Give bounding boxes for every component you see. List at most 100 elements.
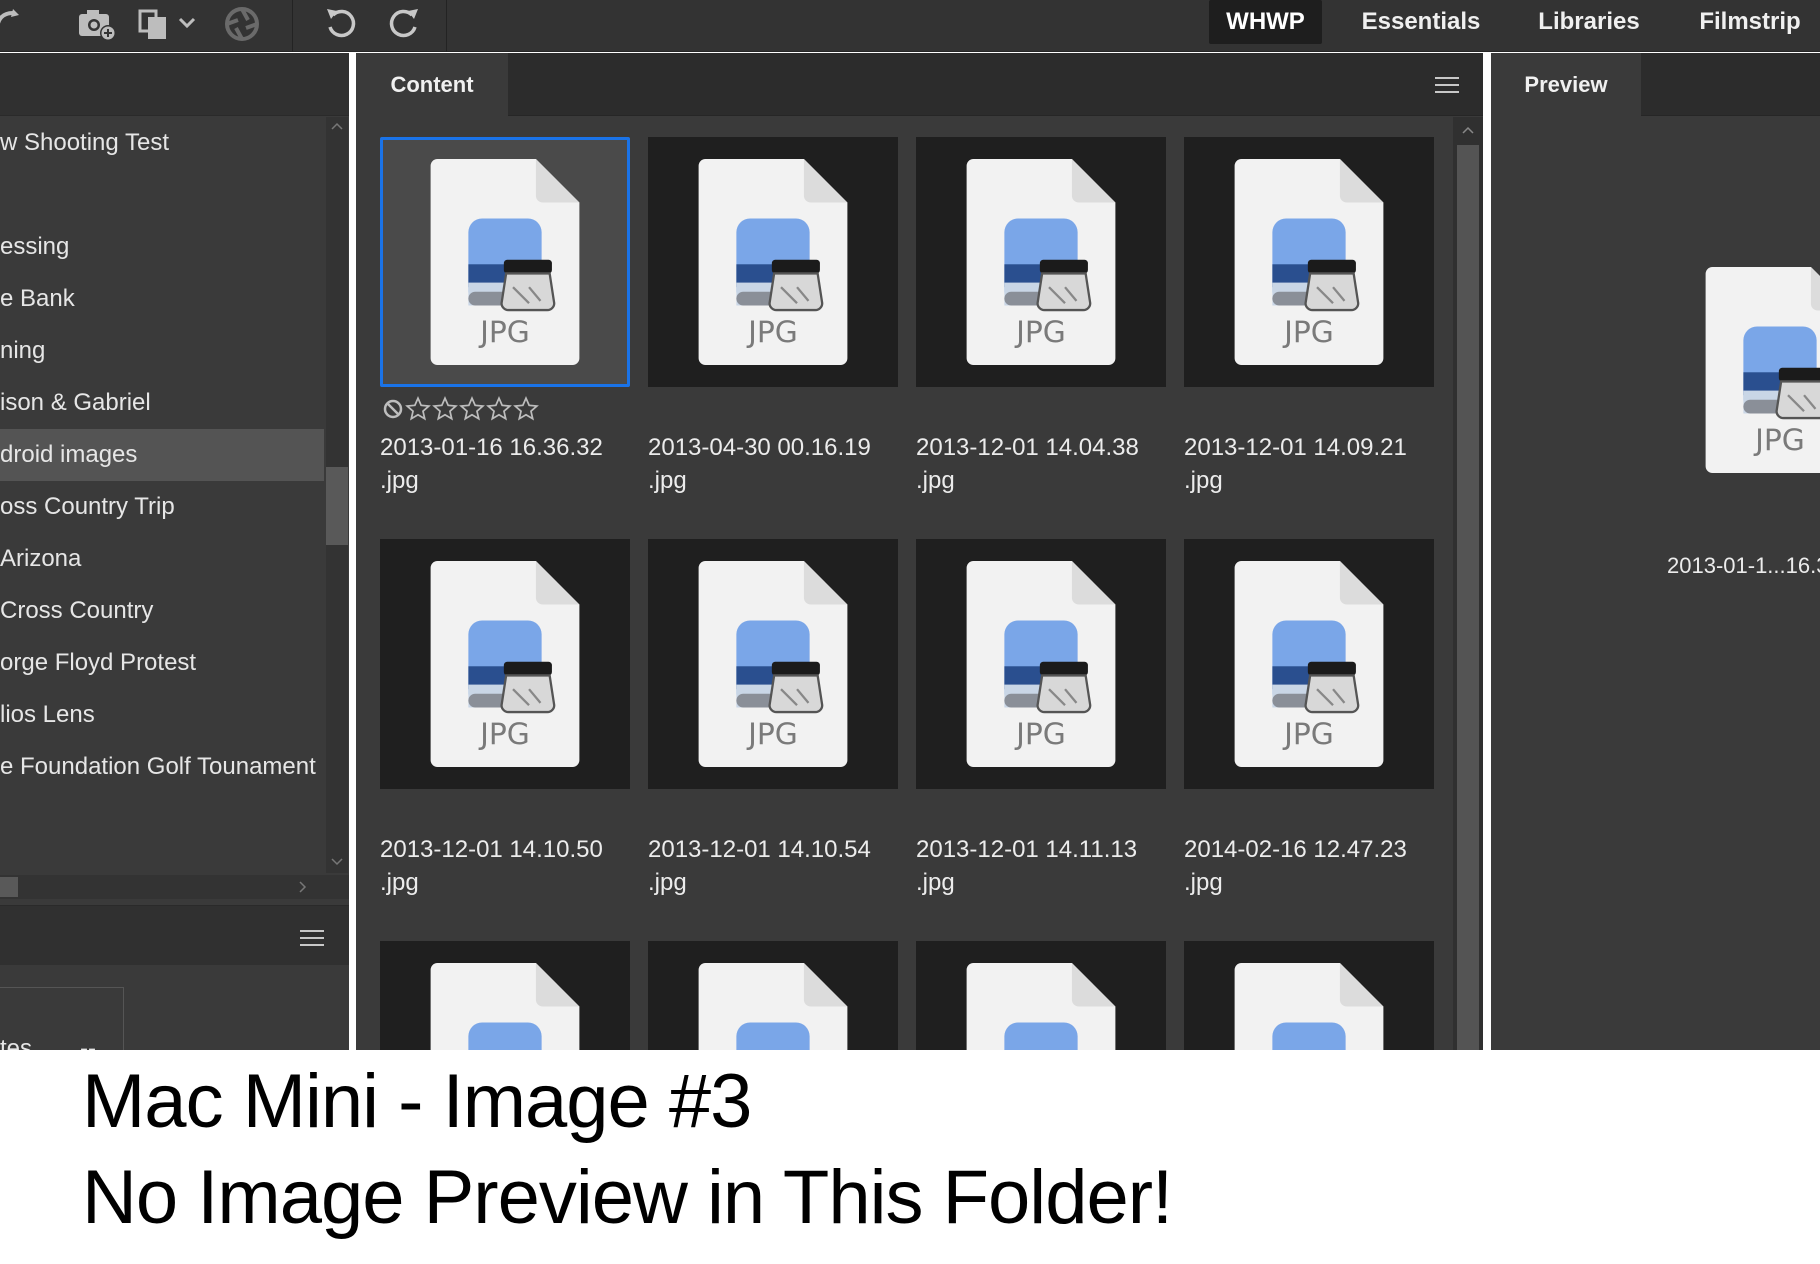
svg-text:JPG: JPG — [478, 315, 530, 350]
svg-text:JPG: JPG — [746, 717, 798, 752]
thumbnail-frame[interactable]: JPG — [916, 941, 1166, 1050]
thumbnail-file-name: 2013-04-30 00.16.19 .jpg — [648, 434, 871, 494]
thumbnail-file-name: 2013-12-01 14.11.13 .jpg — [916, 836, 1138, 896]
scroll-up-icon — [1462, 126, 1474, 134]
jpg-document-icon: JPG — [428, 159, 582, 365]
jpg-document-icon: JPG — [1232, 159, 1386, 365]
thumbnail-grid: JPG 2013-01-16 16.36.32 .jpg JPG 2013-04… — [356, 117, 1450, 1050]
svg-text:JPG: JPG — [1014, 315, 1066, 350]
folder-item[interactable] — [0, 169, 324, 221]
folder-list-horizontal-scrollbar[interactable] — [0, 875, 349, 899]
thumbnail-frame[interactable]: JPG — [1184, 539, 1434, 789]
jpg-document-icon: JPG — [696, 963, 850, 1050]
filter-panel-header — [0, 905, 349, 965]
folders-panel-header — [0, 53, 349, 116]
toolbar-separator — [446, 0, 447, 52]
folder-item[interactable]: essing — [0, 221, 324, 273]
workspace-essentials[interactable]: Essentials — [1340, 0, 1502, 44]
folder-item[interactable]: w Shooting Test — [0, 117, 324, 169]
jpg-document-icon: JPG — [964, 561, 1118, 767]
filter-panel: tes -- — [0, 965, 349, 1107]
thumbnail-frame[interactable]: JPG — [380, 539, 630, 789]
folder-item[interactable] — [0, 793, 324, 845]
panel-menu-icon[interactable] — [299, 928, 325, 948]
rotate-left-icon[interactable] — [320, 4, 364, 44]
rotate-right-icon[interactable] — [381, 4, 425, 44]
tab-content[interactable]: Content — [356, 53, 508, 116]
star-rating[interactable] — [382, 395, 539, 423]
content-scroll-thumb[interactable] — [1457, 145, 1479, 1050]
folder-item[interactable]: droid images — [0, 429, 324, 481]
copy-dropdown-icon[interactable] — [133, 4, 203, 44]
folder-item[interactable]: lios Lens — [0, 689, 324, 741]
thumbnail-frame[interactable]: JPG — [648, 137, 898, 387]
folder-item[interactable]: ning — [0, 325, 324, 377]
svg-text:JPG: JPG — [1282, 315, 1334, 350]
thumbnail-frame[interactable]: JPG — [1184, 137, 1434, 387]
folder-list-scrollbar[interactable] — [326, 117, 348, 873]
star-icon[interactable] — [459, 396, 485, 422]
thumbnail-file-name: 2013-01-16 16.36.32 .jpg — [380, 434, 603, 494]
folder-item[interactable]: Cross Country — [0, 585, 324, 637]
thumbnail-file-name: 2013-12-01 14.10.54 .jpg — [648, 836, 871, 896]
jpg-document-icon: JPG — [1232, 963, 1386, 1050]
workspace-libraries[interactable]: Libraries — [1518, 0, 1660, 44]
folder-item[interactable]: ison & Gabriel — [0, 377, 324, 429]
thumbnail-frame[interactable]: JPG — [648, 941, 898, 1050]
thumbnail-frame[interactable]: JPG — [916, 539, 1166, 789]
jpg-document-icon: JPG — [428, 561, 582, 767]
reject-icon[interactable] — [382, 398, 404, 420]
preview-tabbar: Preview — [1491, 53, 1820, 116]
thumbnail-frame[interactable]: JPG — [380, 137, 630, 387]
preview-panel: Preview JPG 2013-01-1...16.3 — [1491, 53, 1820, 1050]
camera-import-icon[interactable] — [75, 4, 119, 44]
thumbnail-frame[interactable]: JPG — [916, 137, 1166, 387]
svg-text:JPG: JPG — [746, 315, 798, 350]
folder-item[interactable]: oss Country Trip — [0, 481, 324, 533]
content-panel: Content JPG 2013-01-16 16.36.32 .jpg JPG… — [356, 53, 1483, 1050]
top-toolbar: WHWP Essentials Libraries Filmstrip — [0, 0, 1820, 52]
star-icon[interactable] — [513, 396, 539, 422]
star-icon[interactable] — [486, 396, 512, 422]
jpg-document-icon: JPG — [696, 561, 850, 767]
jpg-document-icon: JPG — [964, 159, 1118, 365]
thumbnail-frame[interactable]: JPG — [380, 941, 630, 1050]
jpg-document-icon: JPG — [1232, 561, 1386, 767]
svg-text:JPG: JPG — [1753, 423, 1805, 458]
caption-area: Mac Mini - Image #3 No Image Preview in … — [0, 1050, 1820, 1264]
aperture-icon[interactable] — [220, 4, 264, 44]
scroll-up-icon — [331, 122, 343, 130]
content-scrollbar[interactable] — [1453, 117, 1483, 1050]
svg-text:JPG: JPG — [478, 717, 530, 752]
thumbnail-frame[interactable]: JPG — [1184, 941, 1434, 1050]
folder-item[interactable]: e Bank — [0, 273, 324, 325]
folder-item[interactable]: e Foundation Golf Tounament — [0, 741, 324, 793]
jpg-document-icon: JPG — [964, 963, 1118, 1050]
panel-menu-icon[interactable] — [1434, 75, 1460, 95]
horizontal-scroll-thumb[interactable] — [0, 877, 18, 897]
folder-list: w Shooting Test essing e Bank ning ison & Ga… — [0, 117, 324, 873]
tab-preview[interactable]: Preview — [1491, 53, 1641, 116]
content-tabbar: Content — [356, 53, 1483, 116]
jpg-document-icon: JPG — [428, 963, 582, 1050]
preview-file-name: 2013-01-1...16.3 — [1667, 553, 1820, 578]
preview-document-icon: JPG — [1703, 267, 1820, 473]
workspace-whwp[interactable]: WHWP — [1209, 0, 1322, 44]
thumbnail-frame[interactable]: JPG — [648, 539, 898, 789]
thumbnail-file-name: 2013-12-01 14.09.21 .jpg — [1184, 434, 1407, 494]
scroll-down-icon — [331, 858, 343, 866]
folder-list-scroll-thumb[interactable] — [326, 467, 348, 545]
svg-text:JPG: JPG — [1014, 717, 1066, 752]
thumbnail-file-name: 2013-12-01 14.10.50 .jpg — [380, 836, 603, 896]
scroll-right-icon — [299, 881, 307, 893]
star-icon[interactable] — [432, 396, 458, 422]
folder-item[interactable]: Arizona — [0, 533, 324, 585]
thumbnail-file-name: 2013-12-01 14.04.38 .jpg — [916, 434, 1139, 494]
toolbar-separator — [292, 0, 293, 52]
folder-item[interactable]: orge Floyd Protest — [0, 637, 324, 689]
workspace-filmstrip[interactable]: Filmstrip — [1680, 0, 1820, 44]
caption-line-1: Mac Mini - Image #3 — [82, 1059, 752, 1144]
boomerang-icon[interactable] — [0, 4, 30, 44]
thumbnail-file-name: 2014-02-16 12.47.23 .jpg — [1184, 836, 1407, 896]
star-icon[interactable] — [405, 396, 431, 422]
